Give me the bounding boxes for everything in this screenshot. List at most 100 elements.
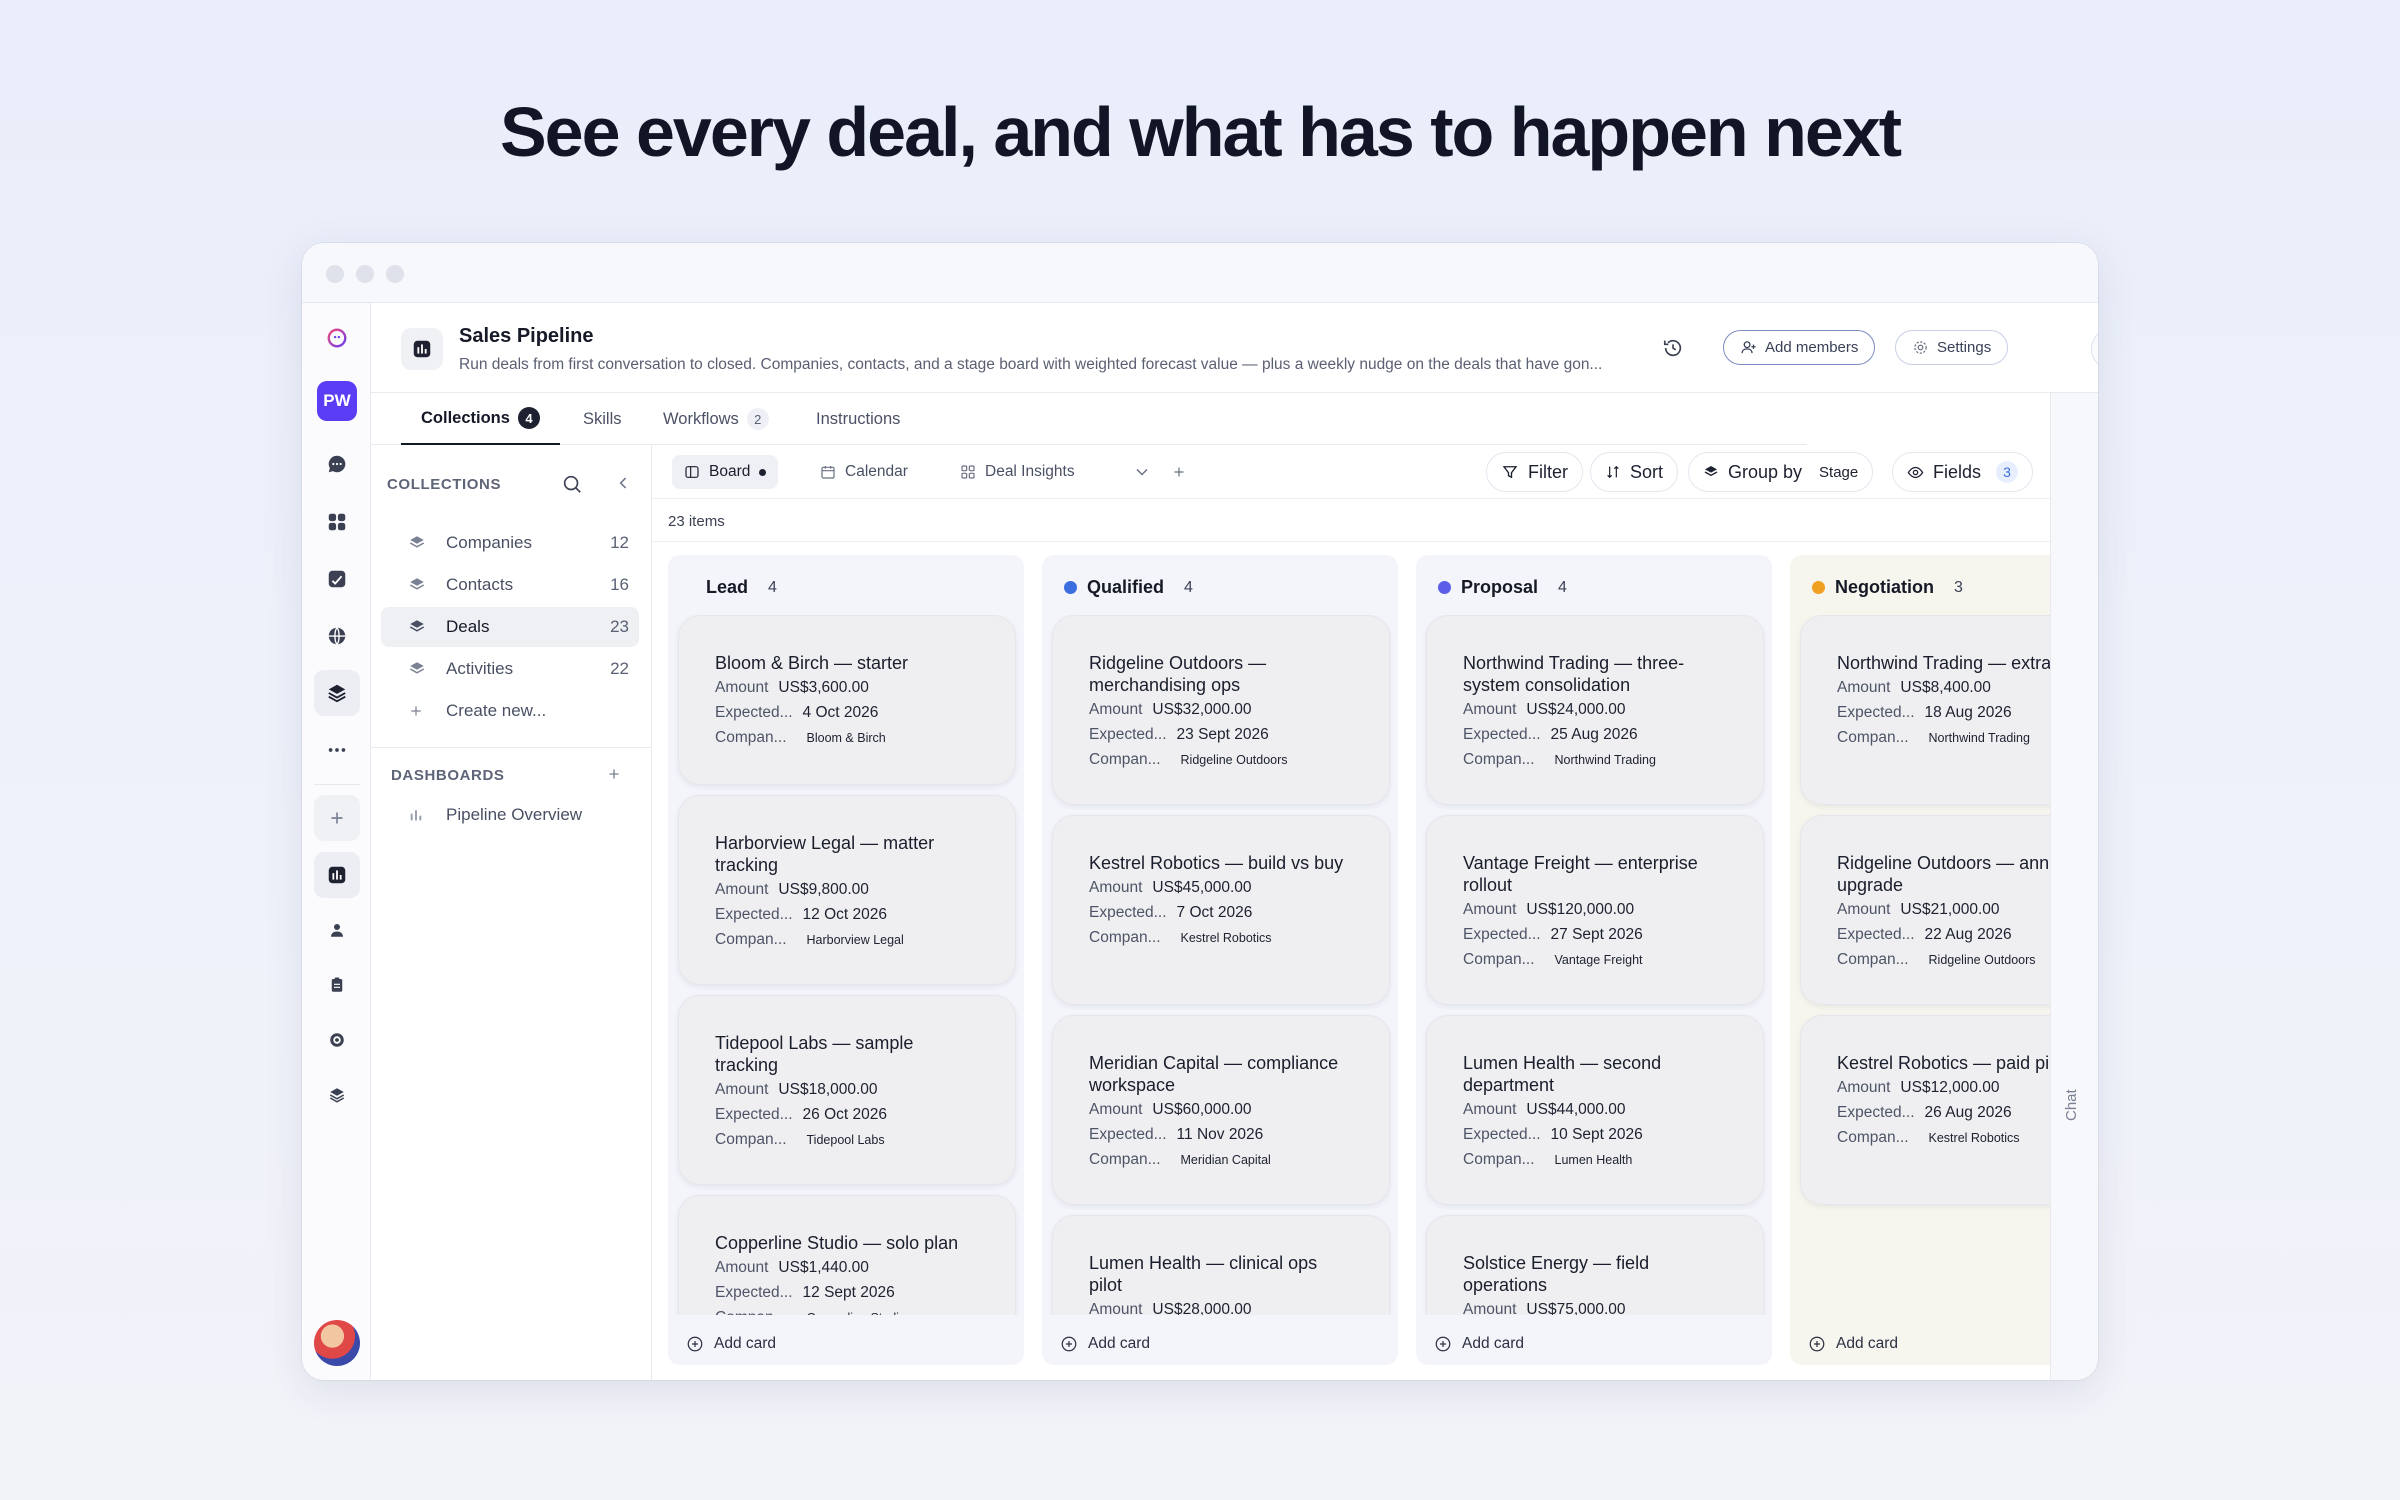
add-members-button[interactable]: Add members — [1723, 330, 1876, 365]
column-header[interactable]: Qualified 4 — [1064, 577, 1193, 598]
app-logo-icon[interactable] — [314, 315, 360, 361]
company-chip[interactable]: Meridian Capital — [1181, 1153, 1271, 1167]
window-dot[interactable] — [326, 265, 344, 283]
field-label: Expected... — [1463, 926, 1541, 943]
tab-workflows[interactable]: Workflows 2 — [663, 393, 769, 445]
expected-row: Expected... 22 Aug 2026 — [1837, 924, 2050, 946]
amount-value: US$8,400.00 — [1900, 679, 1991, 696]
target-icon[interactable] — [314, 1017, 360, 1063]
more-icon[interactable] — [314, 727, 360, 773]
company-chip[interactable]: Vantage Freight — [1555, 953, 1643, 967]
app-tabs: Collections 4 Skills Workflows 2 Instruc… — [371, 393, 1807, 445]
window-dot[interactable] — [356, 265, 374, 283]
create-new-button[interactable]: Create new... — [381, 691, 639, 731]
clipboard-icon[interactable] — [314, 962, 360, 1008]
company-chip[interactable]: Ridgeline Outdoors — [1181, 753, 1288, 767]
collections-sidebar: COLLECTIONS Companies 12 Contacts 16 Dea… — [371, 445, 652, 1380]
deal-card[interactable]: Northwind Trading — extra seats Amount US$… — [1800, 615, 2050, 805]
settings-button[interactable]: Settings — [1895, 330, 2009, 365]
column-count: 4 — [768, 578, 777, 596]
amount-row: Amount US$18,000.00 — [715, 1079, 979, 1101]
field-label: Compan... — [1089, 751, 1161, 768]
add-card-button[interactable]: Add card — [1434, 1335, 1524, 1353]
deal-card[interactable]: Meridian Capital — compliance workspace A… — [1052, 1015, 1390, 1205]
company-chip[interactable]: Kestrel Robotics — [1929, 1131, 2020, 1145]
add-icon[interactable] — [314, 795, 360, 841]
workspace-avatar[interactable]: PW — [317, 381, 357, 421]
collapse-chevron-icon[interactable] — [614, 473, 634, 498]
tab-badge: 2 — [746, 408, 769, 430]
sidebar-item-activities[interactable]: Activities 22 — [381, 649, 639, 689]
sidebar-item-label: Companies — [446, 533, 532, 552]
page-description: Run deals from first conversation to clo… — [459, 356, 1603, 373]
sort-button[interactable]: Sort — [1590, 452, 1679, 492]
deal-card[interactable]: Solstice Energy — field operations Amount… — [1426, 1215, 1764, 1315]
window-titlebar — [302, 243, 2098, 303]
company-chip[interactable]: Tidepool Labs — [807, 1133, 885, 1147]
history-icon[interactable] — [1659, 334, 1687, 362]
inbox-icon[interactable] — [314, 556, 360, 602]
view-board[interactable]: Board — [672, 455, 779, 489]
bell-icon[interactable] — [2091, 328, 2098, 370]
tab-instructions[interactable]: Instructions — [816, 393, 900, 445]
tab-skills[interactable]: Skills — [583, 393, 622, 445]
sales-pipeline-icon[interactable] — [314, 852, 360, 898]
view-calendar[interactable]: Calendar — [808, 455, 920, 489]
column-header[interactable]: Negotiation 3 — [1812, 577, 1963, 598]
view-deal-insights[interactable]: Deal Insights — [948, 455, 1087, 489]
company-chip[interactable]: Harborview Legal — [807, 933, 904, 947]
sidebar-item-companies[interactable]: Companies 12 — [381, 523, 639, 563]
globe-icon[interactable] — [314, 613, 360, 659]
user-avatar[interactable] — [314, 1320, 360, 1366]
column-header[interactable]: Lead 4 — [706, 577, 777, 598]
company-chip[interactable]: Northwind Trading — [1555, 753, 1656, 767]
contacts-icon[interactable] — [314, 907, 360, 953]
company-chip[interactable]: Ridgeline Outdoors — [1929, 953, 2036, 967]
deal-card[interactable]: Kestrel Robotics — build vs buy Amount US$… — [1052, 815, 1390, 1005]
deal-card[interactable]: Copperline Studio — solo plan Amount US$1,… — [678, 1195, 1016, 1315]
dashboard-item-pipeline-overview[interactable]: Pipeline Overview — [381, 795, 639, 835]
deal-card[interactable]: Vantage Freight — enterprise rollout Amou… — [1426, 815, 1764, 1005]
tab-collections[interactable]: Collections 4 — [401, 393, 560, 445]
sidebar-item-deals[interactable]: Deals 23 — [381, 607, 639, 647]
chat-bubble-icon[interactable] — [314, 441, 360, 487]
board-area: Board Calendar Deal Insights Filter Sort — [652, 445, 2050, 1380]
sidebar-item-contacts[interactable]: Contacts 16 — [381, 565, 639, 605]
company-chip[interactable]: Lumen Health — [1555, 1153, 1633, 1167]
chat-label: Chat — [2063, 1089, 2080, 1121]
company-chip[interactable]: Copperline Studio — [807, 1311, 906, 1315]
company-chip[interactable]: Bloom & Birch — [807, 731, 886, 745]
filter-button[interactable]: Filter — [1486, 452, 1583, 492]
deal-card[interactable]: Kestrel Robotics — paid pilot Amount US$12… — [1800, 1015, 2050, 1205]
layers-icon[interactable] — [314, 1072, 360, 1118]
deal-card[interactable]: Lumen Health — second department Amount US… — [1426, 1015, 1764, 1205]
column-header[interactable]: Proposal 4 — [1438, 577, 1567, 598]
field-label: Amount — [1089, 1101, 1143, 1118]
collections-stack-icon[interactable] — [314, 670, 360, 716]
window-dot[interactable] — [386, 265, 404, 283]
add-card-button[interactable]: Add card — [1060, 1335, 1150, 1353]
deal-card[interactable]: Northwind Trading — three-system consoli… — [1426, 615, 1764, 805]
view-label: Deal Insights — [985, 463, 1075, 480]
add-view-icon[interactable] — [1170, 463, 1188, 486]
add-dashboard-icon[interactable] — [605, 765, 623, 788]
deal-card[interactable]: Bloom & Birch — starter Amount US$3,600.00… — [678, 615, 1016, 785]
chat-panel-toggle[interactable]: Chat — [2050, 393, 2098, 1380]
layers-icon — [1704, 466, 1718, 477]
add-card-button[interactable]: Add card — [686, 1335, 776, 1353]
group-by-button[interactable]: Group by Stage — [1688, 452, 1874, 492]
expected-value: 23 Sept 2026 — [1176, 726, 1269, 743]
fields-button[interactable]: Fields 3 — [1892, 452, 2034, 492]
deal-card[interactable]: Ridgeline Outdoors — merchandising ops Am… — [1052, 615, 1390, 805]
deal-card[interactable]: Tidepool Labs — sample tracking Amount US$… — [678, 995, 1016, 1185]
add-card-button[interactable]: Add card — [1808, 1335, 1898, 1353]
deal-card[interactable]: Ridgeline Outdoors — annual upgrade Amoun… — [1800, 815, 2050, 1005]
search-icon[interactable] — [561, 473, 583, 500]
company-chip[interactable]: Northwind Trading — [1929, 731, 2030, 745]
apps-grid-icon[interactable] — [314, 499, 360, 545]
field-label: Amount — [1463, 1101, 1517, 1118]
deal-card[interactable]: Harborview Legal — matter tracking Amount… — [678, 795, 1016, 985]
company-chip[interactable]: Kestrel Robotics — [1181, 931, 1272, 945]
deal-card[interactable]: Lumen Health — clinical ops pilot Amount U… — [1052, 1215, 1390, 1315]
chevron-down-icon[interactable] — [1132, 462, 1152, 487]
